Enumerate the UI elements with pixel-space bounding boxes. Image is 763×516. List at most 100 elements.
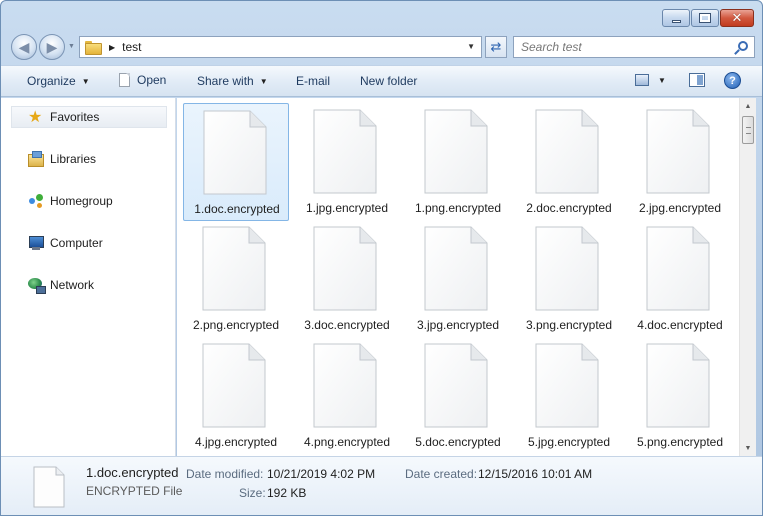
organize-button[interactable]: Organize ▼ (27, 74, 90, 88)
file-item[interactable]: 1.jpg.encrypted (294, 103, 400, 221)
date-created-label: Date created: (405, 467, 478, 481)
sidebar-item-libraries[interactable]: Libraries (11, 148, 167, 170)
file-icon (119, 73, 130, 87)
file-icon (313, 343, 377, 428)
file-icon (646, 109, 710, 194)
sidebar-item-label: Homegroup (50, 194, 113, 208)
file-name: 5.png.encrypted (636, 435, 724, 449)
file-item[interactable]: 4.jpg.encrypted (183, 337, 289, 455)
file-name: 2.jpg.encrypted (638, 201, 722, 215)
forward-arrow-icon: ▶ (46, 38, 58, 55)
email-label: E-mail (296, 74, 331, 88)
new-folder-label: New folder (360, 74, 418, 88)
selected-file-name: 1.doc.encrypted (86, 465, 179, 480)
file-item[interactable]: 3.png.encrypted (516, 220, 622, 338)
scrollbar-thumb[interactable] (742, 116, 754, 144)
close-button[interactable]: ✕ (720, 9, 754, 27)
file-item[interactable]: 1.doc.encrypted (183, 103, 289, 221)
chevron-down-icon: ▼ (81, 76, 90, 86)
open-label: Open (137, 73, 167, 87)
help-icon[interactable]: ? (724, 72, 741, 89)
search-icon[interactable] (738, 41, 748, 51)
minimize-button[interactable] (662, 9, 690, 27)
selected-file-icon (33, 466, 65, 508)
maximize-icon (699, 13, 711, 23)
file-item[interactable]: 5.jpg.encrypted (516, 337, 622, 455)
sidebar-item-network[interactable]: Network (11, 274, 167, 296)
file-name: 1.png.encrypted (414, 201, 502, 215)
folder-icon (85, 41, 102, 55)
file-name: 2.png.encrypted (192, 318, 280, 332)
file-item[interactable]: 5.doc.encrypted (405, 337, 511, 455)
new-folder-button[interactable]: New folder (360, 74, 417, 88)
forward-button[interactable]: ▶ (39, 34, 65, 60)
open-button[interactable]: Open (119, 73, 166, 87)
recent-pages-dropdown[interactable]: ▼ (68, 43, 75, 50)
date-modified-value: 10/21/2019 4:02 PM (267, 467, 376, 481)
file-name: 4.png.encrypted (303, 435, 391, 449)
sidebar-item-favorites[interactable]: ★ Favorites (11, 106, 167, 128)
email-button[interactable]: E-mail (296, 74, 330, 88)
search-input[interactable] (521, 40, 731, 54)
sidebar-item-label: Computer (50, 236, 103, 250)
file-item[interactable]: 3.doc.encrypted (294, 220, 400, 338)
file-icon (202, 226, 266, 311)
file-list-view: 1.doc.encrypted 1.jpg.encrypted 1.png.encr… (177, 98, 739, 456)
file-item[interactable]: 1.png.encrypted (405, 103, 511, 221)
file-icon (535, 109, 599, 194)
address-bar[interactable]: ▶ test ▼ (79, 36, 482, 58)
computer-icon (28, 235, 44, 251)
preview-pane-icon[interactable] (689, 73, 705, 87)
file-item[interactable]: 4.doc.encrypted (627, 220, 733, 338)
date-modified-label: Date modified: (186, 467, 264, 481)
date-created-value: 12/15/2016 10:01 AM (478, 467, 593, 481)
search-box[interactable] (513, 36, 755, 58)
scroll-down-icon[interactable]: ▼ (740, 440, 756, 456)
share-with-button[interactable]: Share with ▼ (197, 74, 268, 88)
change-view-icon[interactable] (635, 74, 649, 86)
close-icon: ✕ (731, 10, 743, 26)
navigation-pane: ★ Favorites Libraries Homegroup Computer… (1, 98, 176, 456)
file-item[interactable]: 2.png.encrypted (183, 220, 289, 338)
sidebar-item-homegroup[interactable]: Homegroup (11, 190, 167, 212)
star-icon: ★ (28, 107, 43, 126)
file-name: 3.png.encrypted (525, 318, 613, 332)
file-item[interactable]: 2.jpg.encrypted (627, 103, 733, 221)
breadcrumb-chevron-icon[interactable]: ▶ (109, 43, 115, 52)
scroll-up-icon[interactable]: ▲ (740, 98, 756, 114)
file-name: 1.jpg.encrypted (305, 201, 389, 215)
address-history-dropdown[interactable]: ▼ (467, 42, 475, 51)
file-item[interactable]: 4.png.encrypted (294, 337, 400, 455)
network-icon (28, 277, 46, 294)
refresh-button[interactable]: ⇄ (485, 36, 507, 58)
vertical-scrollbar[interactable]: ▲ ▼ (739, 98, 756, 456)
file-icon (535, 226, 599, 311)
views-dropdown-icon[interactable]: ▼ (658, 76, 666, 85)
maximize-button[interactable] (691, 9, 719, 27)
size-label: Size: (239, 486, 266, 500)
back-arrow-icon: ◀ (18, 38, 30, 55)
sidebar-item-label: Libraries (50, 152, 97, 166)
file-item[interactable]: 2.doc.encrypted (516, 103, 622, 221)
file-item[interactable]: 3.jpg.encrypted (405, 220, 511, 338)
file-item[interactable]: 5.png.encrypted (627, 337, 733, 455)
file-icon (313, 109, 377, 194)
file-name: 3.jpg.encrypted (416, 318, 500, 332)
file-name: 4.doc.encrypted (637, 318, 723, 332)
back-button[interactable]: ◀ (11, 34, 37, 60)
file-name: 1.doc.encrypted (194, 202, 280, 216)
file-name: 3.doc.encrypted (304, 318, 390, 332)
breadcrumb-item[interactable]: test (122, 40, 141, 54)
file-icon (313, 226, 377, 311)
selected-file-type: ENCRYPTED File (86, 484, 183, 498)
file-name: 5.jpg.encrypted (527, 435, 611, 449)
sidebar-item-computer[interactable]: Computer (11, 232, 167, 254)
libraries-icon (28, 150, 44, 167)
size-value: 192 KB (267, 486, 307, 500)
file-icon (535, 343, 599, 428)
file-icon (202, 343, 266, 428)
chevron-down-icon: ▼ (259, 76, 268, 86)
file-icon (424, 109, 488, 194)
file-name: 5.doc.encrypted (415, 435, 501, 449)
caption-buttons: ✕ (661, 9, 754, 27)
